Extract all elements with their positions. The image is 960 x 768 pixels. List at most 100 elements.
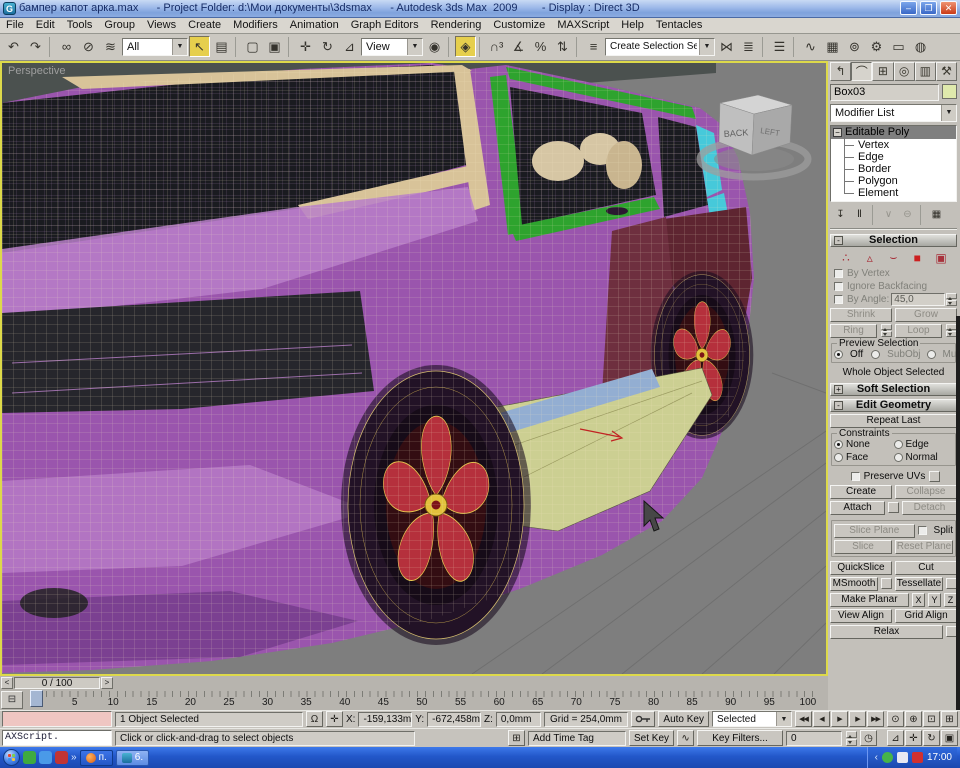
menu-item[interactable]: Edit [30, 18, 61, 32]
ring-button[interactable]: Ring [830, 324, 877, 338]
msmooth-settings-button[interactable] [881, 578, 892, 589]
collapse-icon[interactable]: - [834, 236, 843, 245]
show-end-result-button[interactable]: Ⅱ [851, 207, 868, 222]
redo-button[interactable]: ↷ [25, 36, 46, 57]
tab-modify[interactable]: ⌒ [851, 62, 872, 81]
select-and-move-button[interactable]: ✛ [295, 36, 316, 57]
border-subobject-button[interactable]: ⌣ [886, 251, 902, 265]
snaps-toggle-button[interactable]: ∩³ [486, 36, 507, 57]
by-vertex-checkbox[interactable]: By Vertex [830, 267, 957, 280]
edge-subobject-button[interactable]: ▵ [862, 251, 878, 265]
perspective-viewport[interactable]: Perspective [0, 61, 828, 676]
menu-item[interactable]: Animation [284, 18, 345, 32]
curve-editor-button[interactable]: ∿ [800, 36, 821, 57]
by-angle-checkbox[interactable]: By Angle: 45,0 [830, 293, 957, 306]
task-button-browser[interactable]: п. [80, 750, 113, 766]
add-time-tag-field[interactable]: Add Time Tag [528, 731, 626, 746]
angle-spinner[interactable] [946, 293, 957, 306]
menu-item[interactable]: Help [615, 18, 650, 32]
key-filters-button[interactable]: Key Filters... [697, 730, 783, 746]
chevron-down-icon[interactable]: ▼ [407, 39, 422, 55]
menu-item[interactable]: Tentacles [650, 18, 708, 32]
preserve-uvs-checkbox[interactable]: Preserve UVs [830, 470, 957, 483]
quickslice-button[interactable]: QuickSlice [830, 561, 892, 575]
tab-utilities[interactable]: ⚒ [936, 62, 957, 81]
preview-multi-radio[interactable] [927, 350, 936, 359]
grow-button[interactable]: Grow [895, 308, 957, 322]
menu-item[interactable]: Customize [487, 18, 551, 32]
task-button-3dsmax[interactable]: 6. [116, 750, 149, 766]
menu-item[interactable]: Create [182, 18, 227, 32]
set-key-mode-icon[interactable]: ∿ [677, 730, 694, 746]
create-button[interactable]: Create [830, 485, 892, 499]
polygon-subobject-button[interactable]: ■ [909, 251, 925, 265]
menu-item[interactable]: Tools [61, 18, 99, 32]
y-coordinate-field[interactable]: -672,458mm [427, 712, 481, 727]
chevron-down-icon[interactable]: ▼ [172, 39, 187, 55]
tray-icon-red[interactable] [912, 752, 923, 763]
app-icon[interactable]: G [3, 2, 16, 15]
viewport-label[interactable]: Perspective [8, 65, 65, 77]
go-to-start-button[interactable]: ◀◀ [795, 711, 812, 727]
collapse-button[interactable]: Collapse [895, 485, 957, 499]
constraint-edge-radio[interactable] [894, 440, 903, 449]
menu-item[interactable]: Views [141, 18, 182, 32]
tessellate-button[interactable]: Tessellate [895, 577, 943, 591]
tab-hierarchy[interactable]: ⊞ [872, 62, 893, 81]
rectangular-selection-region-button[interactable]: ▢ [242, 36, 263, 57]
make-unique-button[interactable]: ∨ [880, 207, 897, 222]
zoom-extents-all-button[interactable]: ⊞ [941, 711, 958, 727]
vertex-subobject-button[interactable]: ∴ [838, 251, 854, 265]
select-and-manipulate-button[interactable]: ◈ [455, 36, 476, 57]
time-slider[interactable] [30, 690, 43, 707]
selection-rollout-header[interactable]: - Selection [830, 234, 957, 247]
planar-y-button[interactable]: Y [928, 593, 941, 607]
edit-geometry-rollout-header[interactable]: - Edit Geometry [830, 399, 957, 412]
constraint-none-radio[interactable] [834, 440, 843, 449]
stack-subobject-item[interactable]: Element [831, 187, 956, 199]
z-coordinate-field[interactable]: 0,0mm [496, 712, 541, 727]
menu-item[interactable]: File [0, 18, 30, 32]
msmooth-button[interactable]: MSmooth [830, 577, 878, 591]
time-ruler[interactable]: 0510152025303540455055606570758085909510… [26, 690, 818, 710]
pan-view-button[interactable]: ✛ [905, 730, 922, 746]
next-frame-button[interactable]: ▶ [849, 711, 866, 727]
remove-modifier-button[interactable]: ⊖ [899, 207, 916, 222]
ring-spinner[interactable] [881, 324, 892, 337]
set-key-button[interactable]: Set Key [629, 730, 674, 746]
field-of-view-button[interactable]: ⊿ [887, 730, 904, 746]
collapse-icon[interactable]: - [834, 401, 843, 410]
tab-create[interactable]: ↰ [830, 62, 851, 81]
layer-manager-button[interactable]: ☰ [769, 36, 790, 57]
shrink-button[interactable]: Shrink [830, 308, 892, 322]
collapse-icon[interactable]: − [833, 128, 842, 137]
attach-settings-button[interactable] [888, 502, 899, 513]
angle-value-field[interactable]: 45,0 [891, 293, 945, 306]
close-button[interactable]: ✕ [940, 1, 957, 15]
expand-icon[interactable]: + [834, 385, 843, 394]
menu-item[interactable]: Modifiers [227, 18, 284, 32]
detach-button[interactable]: Detach [902, 501, 957, 515]
menu-item[interactable]: Graph Editors [345, 18, 425, 32]
material-editor-button[interactable]: ⊚ [844, 36, 865, 57]
spinner-snap-toggle-button[interactable]: ⇅ [552, 36, 573, 57]
schematic-view-button[interactable]: ▦ [822, 36, 843, 57]
tray-icon-window[interactable] [897, 752, 908, 763]
absolute-offset-toggle[interactable]: ✛ [326, 711, 343, 727]
select-and-link-button[interactable]: ∞ [56, 36, 77, 57]
current-frame-field[interactable]: 0 [786, 731, 842, 746]
menu-item[interactable]: Rendering [425, 18, 488, 32]
go-to-end-button[interactable]: ▶▶ [867, 711, 884, 727]
configure-modifier-sets-button[interactable]: ▦ [928, 207, 945, 222]
attach-button[interactable]: Attach [830, 501, 885, 515]
rendered-frame-window-button[interactable]: ▭ [888, 36, 909, 57]
start-button[interactable] [3, 749, 20, 766]
preview-subobj-radio[interactable] [871, 350, 880, 359]
grid-align-button[interactable]: Grid Align [895, 609, 957, 623]
maximize-viewport-toggle-button[interactable]: ▣ [941, 730, 958, 746]
angle-snap-toggle-button[interactable]: ∡ [508, 36, 529, 57]
slice-plane-button[interactable]: Slice Plane [834, 524, 915, 538]
render-setup-button[interactable]: ⚙ [866, 36, 887, 57]
time-configuration-button[interactable]: ◷ [860, 730, 877, 746]
constraint-face-radio[interactable] [834, 453, 843, 462]
